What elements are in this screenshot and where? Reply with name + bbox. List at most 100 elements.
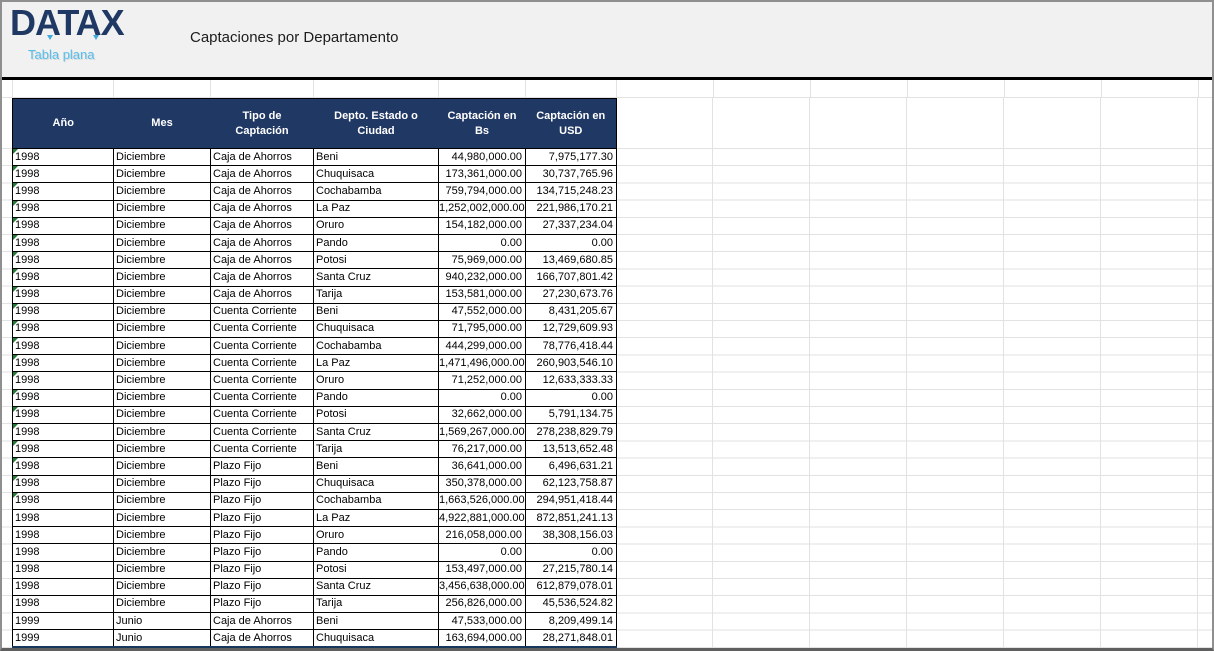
cell[interactable]: Pando [314,234,439,251]
cell[interactable]: 444,299,000.00 [439,338,526,355]
cell[interactable]: Diciembre [114,561,211,578]
cell[interactable]: 71,252,000.00 [439,372,526,389]
cell[interactable]: Potosi [314,406,439,423]
cell[interactable]: 5,791,134.75 [526,406,617,423]
cell[interactable]: Caja de Ahorros [211,200,314,217]
cell[interactable]: Plazo Fijo [211,492,314,509]
cell[interactable]: 1998 [13,338,114,355]
cell[interactable]: Diciembre [114,200,211,217]
cell[interactable]: Cuenta Corriente [211,406,314,423]
cell[interactable]: 256,826,000.00 [439,595,526,612]
cell[interactable]: Tarija [314,286,439,303]
cell[interactable]: Diciembre [114,269,211,286]
cell[interactable]: 1,471,496,000.00 [439,355,526,372]
cell[interactable]: Diciembre [114,338,211,355]
cell[interactable]: 1998 [13,166,114,183]
cell[interactable]: 44,980,000.00 [439,149,526,166]
cell[interactable]: La Paz [314,200,439,217]
cell[interactable]: 12,633,333.33 [526,372,617,389]
cell[interactable]: Cochabamba [314,183,439,200]
cell[interactable]: Diciembre [114,424,211,441]
cell[interactable]: Beni [314,458,439,475]
cell[interactable]: 221,986,170.21 [526,200,617,217]
cell[interactable]: 1999 [13,630,114,647]
cell[interactable]: Caja de Ahorros [211,183,314,200]
cell[interactable]: 0.00 [526,234,617,251]
cell[interactable]: Diciembre [114,544,211,561]
cell[interactable]: Beni [314,613,439,630]
cell[interactable]: 1998 [13,492,114,509]
cell[interactable]: 1998 [13,544,114,561]
cell[interactable]: 32,662,000.00 [439,406,526,423]
cell[interactable]: 278,238,829.79 [526,424,617,441]
cell[interactable]: Caja de Ahorros [211,149,314,166]
cell[interactable]: Pando [314,389,439,406]
cell[interactable]: Cuenta Corriente [211,303,314,320]
cell[interactable]: Cuenta Corriente [211,320,314,337]
cell[interactable]: 154,182,000.00 [439,217,526,234]
cell[interactable]: 8,431,205.67 [526,303,617,320]
cell[interactable]: 36,641,000.00 [439,458,526,475]
cell[interactable]: Diciembre [114,475,211,492]
cell[interactable]: Diciembre [114,252,211,269]
cell[interactable]: 1998 [13,372,114,389]
cell[interactable]: 4,922,881,000.00 [439,509,526,526]
cell[interactable]: 1998 [13,149,114,166]
cell[interactable]: Diciembre [114,509,211,526]
cell[interactable]: Diciembre [114,320,211,337]
cell[interactable]: Caja de Ahorros [211,613,314,630]
cell[interactable]: 1,252,002,000.00 [439,200,526,217]
cell[interactable]: Diciembre [114,406,211,423]
cell[interactable]: Plazo Fijo [211,475,314,492]
cell[interactable]: Oruro [314,217,439,234]
cell[interactable]: 166,707,801.42 [526,269,617,286]
cell[interactable]: Potosi [314,561,439,578]
cell[interactable]: Tarija [314,595,439,612]
cell[interactable]: Oruro [314,372,439,389]
cell[interactable]: Diciembre [114,492,211,509]
cell[interactable]: 38,308,156.03 [526,527,617,544]
cell[interactable]: Cuenta Corriente [211,389,314,406]
cell[interactable]: 1998 [13,527,114,544]
cell[interactable]: 1998 [13,509,114,526]
cell[interactable]: Diciembre [114,441,211,458]
cell[interactable]: 30,737,765.96 [526,166,617,183]
cell[interactable]: 350,378,000.00 [439,475,526,492]
cell[interactable]: Chuquisaca [314,320,439,337]
cell[interactable]: 1998 [13,578,114,595]
cell[interactable]: Diciembre [114,355,211,372]
cell[interactable]: 1998 [13,561,114,578]
cell[interactable]: 1998 [13,183,114,200]
cell[interactable]: 8,209,499.14 [526,613,617,630]
cell[interactable]: Plazo Fijo [211,509,314,526]
cell[interactable]: 163,694,000.00 [439,630,526,647]
cell[interactable]: 0.00 [439,544,526,561]
cell[interactable]: 1998 [13,389,114,406]
cell[interactable]: Diciembre [114,286,211,303]
cell[interactable]: 1998 [13,269,114,286]
cell[interactable]: 1998 [13,355,114,372]
cell[interactable]: Diciembre [114,234,211,251]
cell[interactable]: 76,217,000.00 [439,441,526,458]
column-header-depto[interactable]: Depto. Estado o Ciudad [314,99,439,149]
cell[interactable]: 75,969,000.00 [439,252,526,269]
cell[interactable]: 1,569,267,000.00 [439,424,526,441]
column-header-mes[interactable]: Mes [114,99,211,149]
cell[interactable]: 1998 [13,320,114,337]
cell[interactable]: Cochabamba [314,492,439,509]
cell[interactable]: Plazo Fijo [211,544,314,561]
cell[interactable]: Oruro [314,527,439,544]
cell[interactable]: Diciembre [114,183,211,200]
cell[interactable]: 612,879,078.01 [526,578,617,595]
cell[interactable]: La Paz [314,509,439,526]
cell[interactable]: 153,497,000.00 [439,561,526,578]
cell[interactable]: 1998 [13,200,114,217]
cell[interactable]: 294,951,418.44 [526,492,617,509]
cell[interactable]: 0.00 [439,234,526,251]
cell[interactable]: Diciembre [114,149,211,166]
cell[interactable]: Chuquisaca [314,166,439,183]
cell[interactable]: 1998 [13,303,114,320]
cell[interactable]: 1999 [13,613,114,630]
cell[interactable]: Diciembre [114,595,211,612]
cell[interactable]: 7,975,177.30 [526,149,617,166]
